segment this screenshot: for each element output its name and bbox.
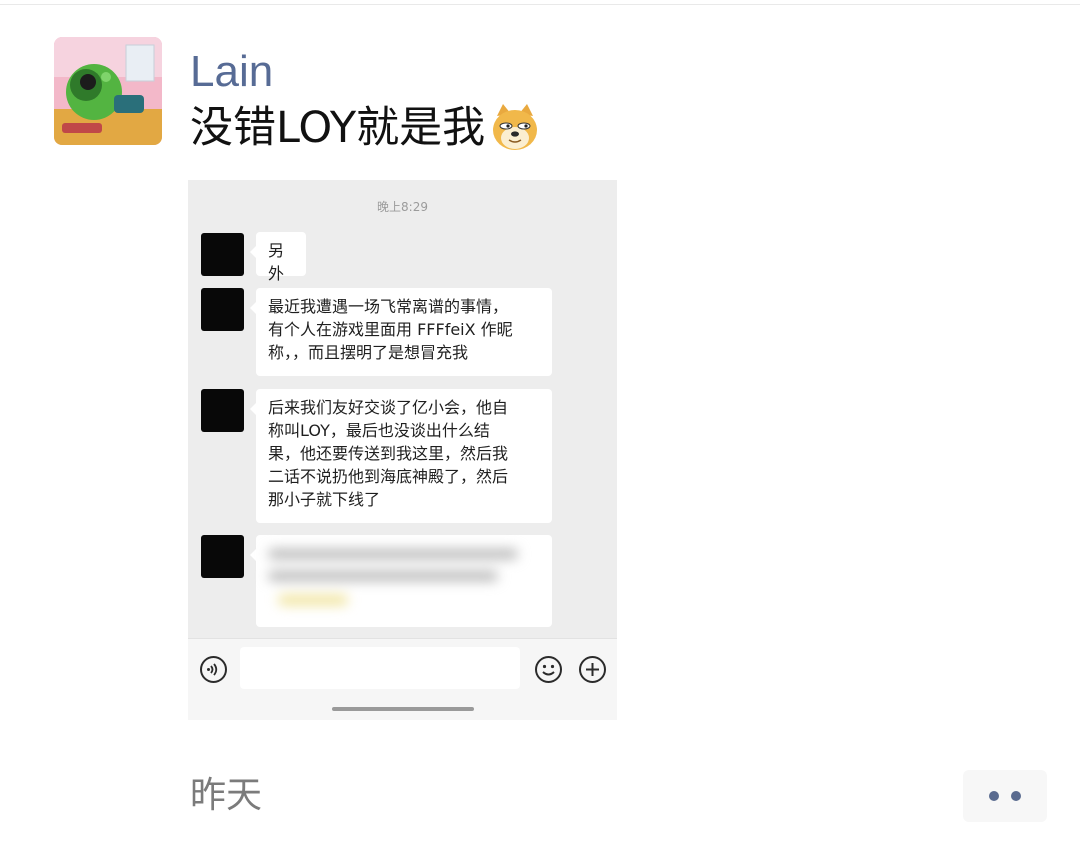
emoji-icon[interactable] <box>534 655 563 684</box>
blurred-content <box>264 545 544 617</box>
post-text: 没错LOY就是我 <box>190 101 541 155</box>
chat-timestamp: 晚上8:29 <box>377 200 428 214</box>
more-dots-icon[interactable] <box>963 770 1047 822</box>
home-indicator <box>332 707 474 711</box>
dot <box>1011 791 1021 801</box>
voice-icon[interactable] <box>200 656 227 683</box>
message-input[interactable] <box>240 647 520 689</box>
plus-icon[interactable] <box>578 655 607 684</box>
message-bubble: 最近我遭遇一场飞常离谱的事情， 有个人在游戏里面用 FFFfeiX 作昵 称，，… <box>250 288 552 376</box>
author-name[interactable]: Lain <box>190 44 273 100</box>
chat-screenshot-image[interactable]: 晚上8:29 另外 最近我遭遇一场飞常离谱的事情， 有个人在游戏里面用 FFFf… <box>188 180 617 720</box>
message-avatar <box>201 389 244 432</box>
message-bubble: 后来我们友好交谈了亿小会，他自 称叫LOY，最后也没谈出什么结 果，他还要传送到… <box>250 389 552 523</box>
blurred-message-bubble <box>250 535 552 627</box>
doge-emoji-icon <box>489 102 541 154</box>
avatar[interactable] <box>54 37 162 145</box>
message-bubble: 另外 <box>250 232 306 283</box>
top-divider <box>0 4 1080 5</box>
dot <box>989 791 999 801</box>
post-text-content: 没错LOY就是我 <box>190 103 486 153</box>
message-avatar <box>201 233 244 276</box>
message-avatar <box>201 288 244 331</box>
avatar-image <box>54 37 162 145</box>
post-time: 昨天 <box>190 775 263 816</box>
message-avatar <box>201 535 244 578</box>
